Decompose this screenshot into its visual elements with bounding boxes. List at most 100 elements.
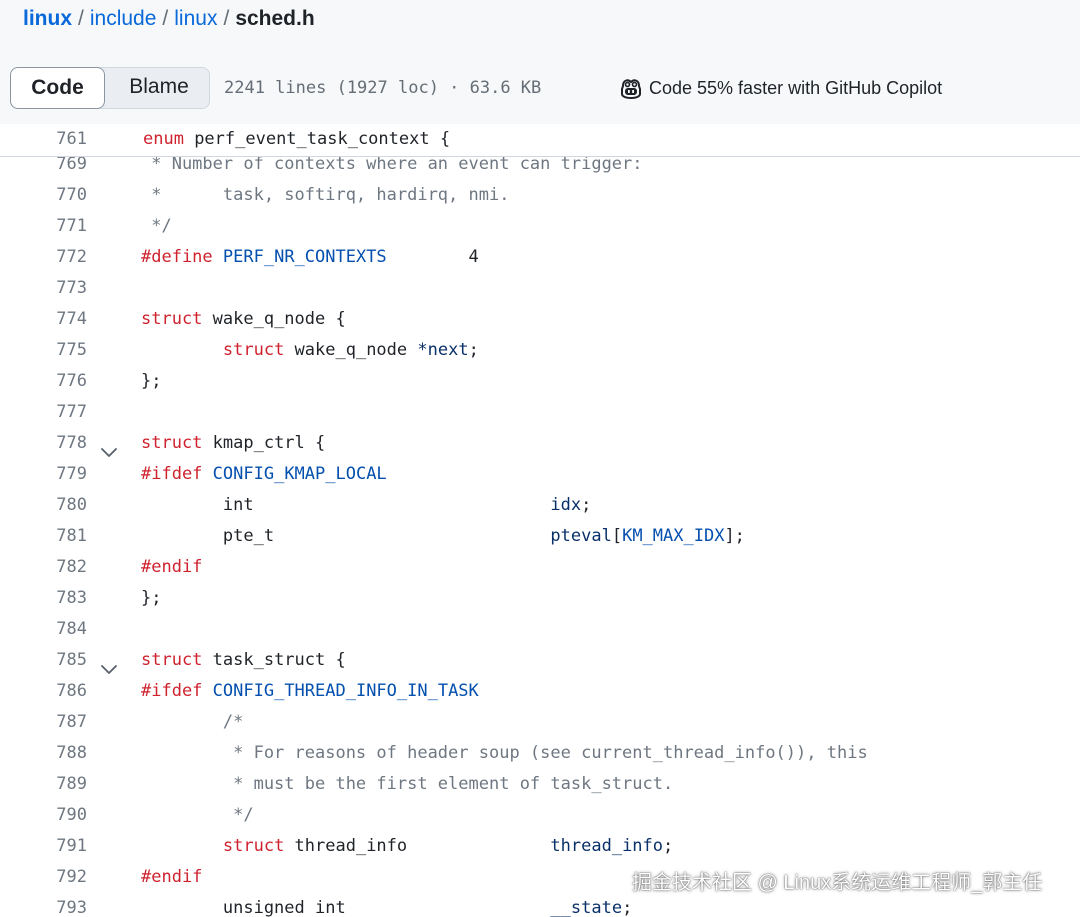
- breadcrumb-linux-link[interactable]: linux: [174, 7, 217, 30]
- code-line[interactable]: 774 struct wake_q_node {: [0, 304, 1080, 335]
- line-number[interactable]: 771: [0, 211, 87, 242]
- line-number[interactable]: 775: [0, 335, 87, 366]
- code-line[interactable]: 776};: [0, 366, 1080, 397]
- line-code: int idx;: [141, 490, 592, 521]
- code-line[interactable]: 773: [0, 273, 1080, 304]
- line-code: /*: [141, 707, 243, 738]
- line-number[interactable]: 783: [0, 583, 87, 614]
- line-number[interactable]: 793: [0, 893, 87, 917]
- code-text: kmap_ctrl {: [202, 433, 326, 453]
- line-code: * must be the first element of task_stru…: [141, 769, 673, 800]
- code-line[interactable]: 778 struct kmap_ctrl {: [0, 428, 1080, 459]
- blame-view-button[interactable]: Blame: [108, 67, 210, 109]
- code-text: ;: [663, 836, 674, 856]
- code-line[interactable]: 781 pte_t pteval[KM_MAX_IDX];: [0, 521, 1080, 552]
- code-comment: * task, softirq, hardirq, nmi.: [141, 185, 510, 205]
- line-code: unsigned int __state;: [141, 893, 632, 917]
- code-comment: */: [141, 216, 172, 236]
- code-macro: CONFIG_THREAD_INFO_IN_TASK: [212, 681, 479, 701]
- code-line[interactable]: 789 * must be the first element of task_…: [0, 769, 1080, 800]
- line-number[interactable]: 790: [0, 800, 87, 831]
- breadcrumb-repo-link[interactable]: linux: [23, 7, 72, 30]
- code-line[interactable]: 782 #endif: [0, 552, 1080, 583]
- line-number[interactable]: 778: [0, 428, 87, 459]
- line-number[interactable]: 789: [0, 769, 87, 800]
- line-number[interactable]: 785: [0, 645, 87, 676]
- line-number[interactable]: 777: [0, 397, 87, 428]
- code-text: pte_t: [141, 526, 551, 546]
- copilot-promo-link[interactable]: Code 55% faster with GitHub Copilot: [619, 75, 942, 106]
- line-code: */: [141, 800, 254, 831]
- line-code: #ifdef CONFIG_THREAD_INFO_IN_TASK: [141, 676, 479, 707]
- code-line[interactable]: 793 unsigned int __state;: [0, 893, 1080, 917]
- code-line[interactable]: 786 #ifdef CONFIG_THREAD_INFO_IN_TASK: [0, 676, 1080, 707]
- line-code: * task, softirq, hardirq, nmi.: [141, 180, 509, 211]
- code-preprocessor: #define: [141, 247, 213, 267]
- line-number[interactable]: 761: [0, 124, 87, 154]
- line-code: */: [141, 211, 172, 242]
- code-preprocessor: #ifdef: [141, 681, 203, 701]
- line-number[interactable]: 792: [0, 862, 87, 893]
- code-keyword: struct: [141, 309, 203, 329]
- line-number[interactable]: 786: [0, 676, 87, 707]
- line-number[interactable]: 779: [0, 459, 87, 490]
- code-text: ;: [622, 898, 633, 917]
- line-number[interactable]: 776: [0, 366, 87, 397]
- line-number[interactable]: 791: [0, 831, 87, 862]
- code-line[interactable]: 770 * task, softirq, hardirq, nmi.: [0, 180, 1080, 211]
- code-blame-toggle: Code Blame: [10, 67, 210, 109]
- line-number[interactable]: 782: [0, 552, 87, 583]
- code-line[interactable]: 787 /*: [0, 707, 1080, 738]
- code-line[interactable]: 779 #ifdef CONFIG_KMAP_LOCAL: [0, 459, 1080, 490]
- line-number[interactable]: 772: [0, 242, 87, 273]
- code-identifier: next: [427, 340, 469, 360]
- line-number[interactable]: 770: [0, 180, 87, 211]
- code-view-button[interactable]: Code: [10, 67, 105, 109]
- line-number[interactable]: 774: [0, 304, 87, 335]
- code-line[interactable]: 783};: [0, 583, 1080, 614]
- code-text: int: [141, 495, 551, 515]
- line-number[interactable]: 780: [0, 490, 87, 521]
- breadcrumb-separator: /: [162, 7, 169, 30]
- sticky-scope-header: 761 enum perf_event_task_context {: [0, 124, 1080, 157]
- sticky-line-code: enum perf_event_task_context {: [143, 124, 450, 154]
- line-code: struct wake_q_node {: [141, 304, 346, 335]
- line-number[interactable]: 787: [0, 707, 87, 738]
- code-line[interactable]: 785 struct task_struct {: [0, 645, 1080, 676]
- line-number[interactable]: 781: [0, 521, 87, 552]
- code-comment: */: [141, 805, 254, 825]
- line-code: struct thread_info thread_info;: [141, 831, 673, 862]
- code-line[interactable]: 775 struct wake_q_node *next;: [0, 335, 1080, 366]
- code-line[interactable]: 777: [0, 397, 1080, 428]
- line-number[interactable]: 784: [0, 614, 87, 645]
- code-line[interactable]: 791 struct thread_info thread_info;: [0, 831, 1080, 862]
- line-number[interactable]: 773: [0, 273, 87, 304]
- chevron-down-icon[interactable]: [101, 655, 117, 674]
- line-number[interactable]: 788: [0, 738, 87, 769]
- code-line[interactable]: 784: [0, 614, 1080, 645]
- code-text: ;: [581, 495, 592, 515]
- code-line[interactable]: 780 int idx;: [0, 490, 1080, 521]
- code-line[interactable]: 788 * For reasons of header soup (see cu…: [0, 738, 1080, 769]
- code-line[interactable]: 771 */: [0, 211, 1080, 242]
- code-comment: * For reasons of header soup (see curren…: [141, 743, 868, 763]
- code-keyword: struct: [222, 340, 285, 360]
- code-text: thread_info: [284, 836, 551, 856]
- code-comment: * Number of contexts where an event can …: [141, 154, 643, 174]
- line-code: #ifdef CONFIG_KMAP_LOCAL: [141, 459, 387, 490]
- line-code: * For reasons of header soup (see curren…: [141, 738, 868, 769]
- line-code: pte_t pteval[KM_MAX_IDX];: [141, 521, 745, 552]
- line-code: #define PERF_NR_CONTEXTS 4: [141, 242, 479, 273]
- code-line[interactable]: 790 */: [0, 800, 1080, 831]
- code-line[interactable]: 772 #define PERF_NR_CONTEXTS 4: [0, 242, 1080, 273]
- sticky-code-line[interactable]: 761 enum perf_event_task_context {: [0, 124, 1080, 155]
- copilot-promo-label: Code 55% faster with GitHub Copilot: [649, 78, 943, 98]
- code-identifier: *: [417, 340, 428, 360]
- breadcrumb-include-link[interactable]: include: [90, 7, 157, 30]
- chevron-down-icon[interactable]: [101, 438, 117, 457]
- code-macro: PERF_NR_CONTEXTS: [222, 247, 387, 267]
